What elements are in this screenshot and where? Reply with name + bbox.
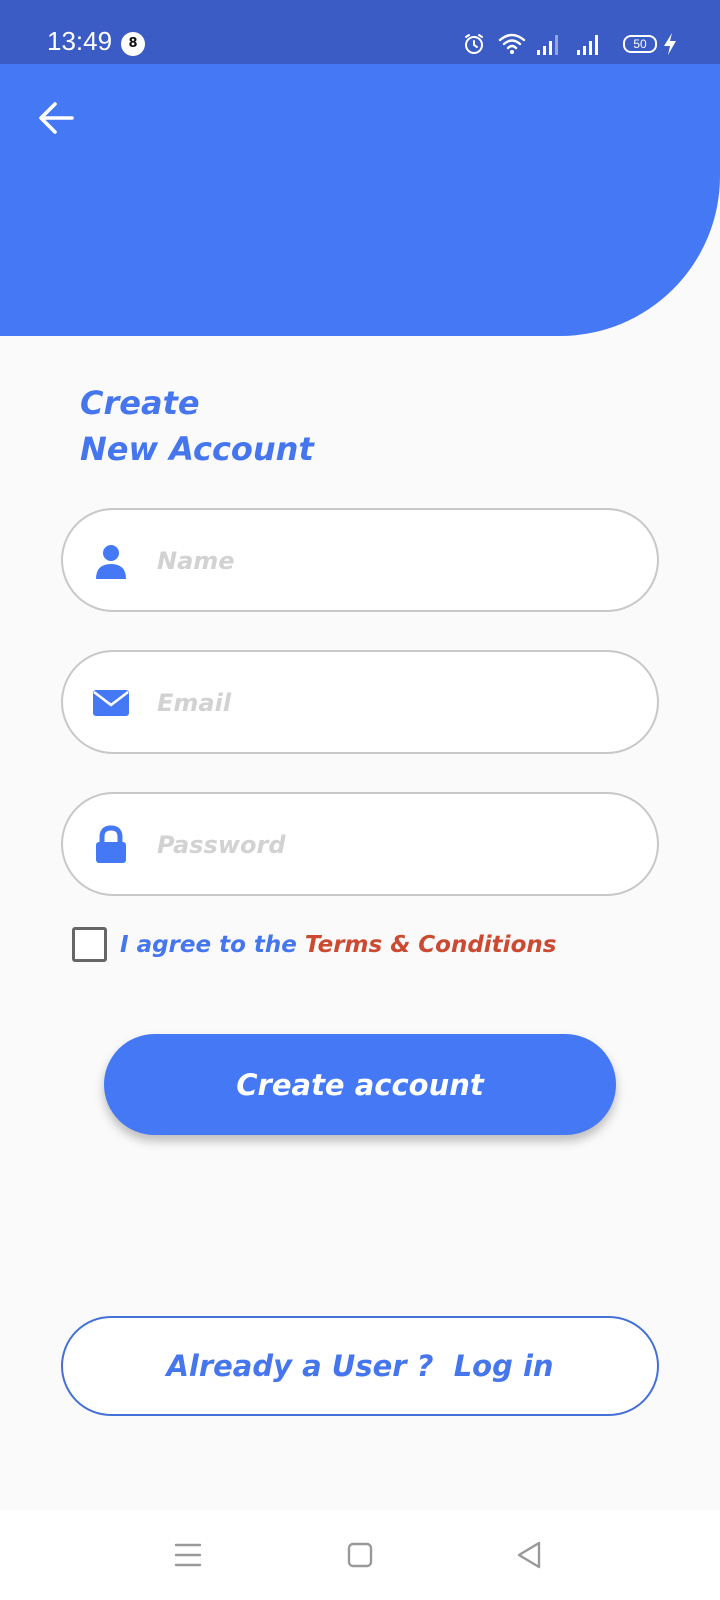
menu-icon[interactable] <box>168 1535 208 1575</box>
terms-prefix: I agree to the <box>120 932 305 958</box>
signal-icon-2 <box>577 35 598 55</box>
back-button[interactable] <box>30 92 82 144</box>
terms-checkbox[interactable] <box>72 927 107 962</box>
page-title-line2: New Account <box>80 430 314 468</box>
create-account-button[interactable]: Create account <box>104 1034 616 1135</box>
status-time: 13:49 <box>47 26 113 56</box>
wifi-icon <box>498 33 526 54</box>
login-button[interactable]: Already a User ? Log in <box>61 1316 659 1416</box>
triangle-back-icon[interactable] <box>510 1535 550 1575</box>
notification-badge: 8 <box>121 32 145 56</box>
battery-icon: 50 <box>623 35 657 53</box>
password-field[interactable] <box>61 792 659 896</box>
square-home-icon[interactable] <box>340 1535 380 1575</box>
charging-icon <box>664 33 676 55</box>
email-input[interactable] <box>157 676 637 730</box>
email-field[interactable] <box>61 650 659 754</box>
signal-icon-1 <box>537 35 558 55</box>
lock-icon <box>96 825 126 863</box>
header-banner <box>0 64 720 336</box>
alarm-icon <box>465 34 483 54</box>
status-icons: 50 <box>460 26 720 60</box>
arrow-left-icon <box>39 102 74 134</box>
navigation-bar <box>0 1510 720 1600</box>
status-bar: 13:49 8 50 <box>0 0 720 64</box>
terms-conditions-link[interactable]: Terms & Conditions <box>305 932 557 958</box>
page-title-line1: Create <box>80 384 200 422</box>
name-field[interactable] <box>61 508 659 612</box>
person-icon <box>96 545 126 579</box>
envelope-icon <box>93 690 129 716</box>
terms-label: I agree to the Terms & Conditions <box>120 929 556 961</box>
name-input[interactable] <box>157 534 637 588</box>
create-account-screen: 13:49 8 50 Create New Account Name Email… <box>0 0 720 1600</box>
page-title: Create New Account <box>80 380 314 472</box>
password-input[interactable] <box>157 818 637 872</box>
